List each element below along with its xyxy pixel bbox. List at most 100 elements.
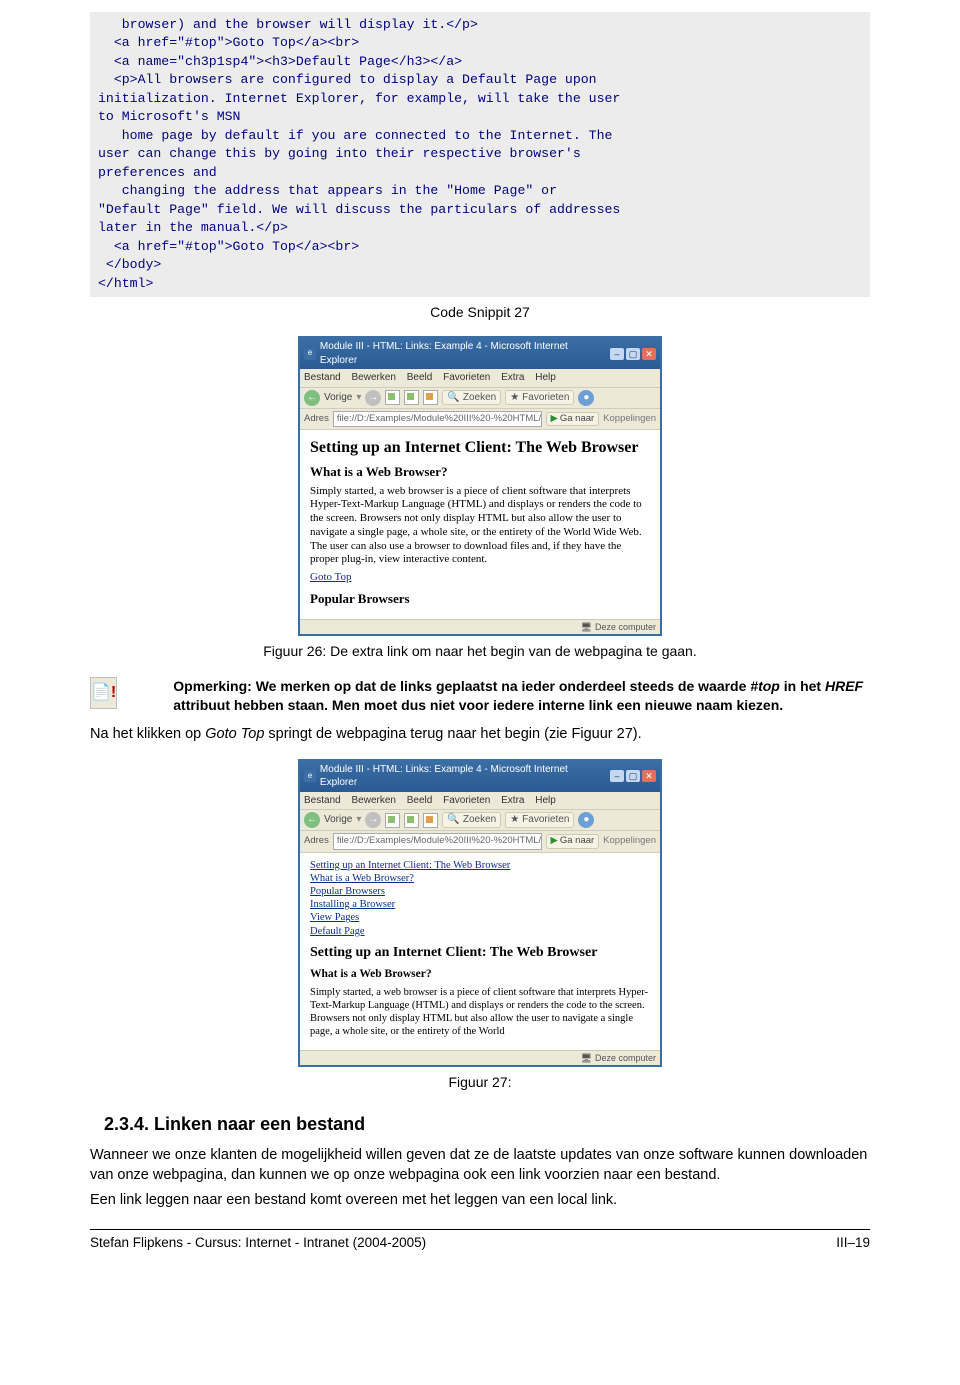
- go-button[interactable]: ▶Ga naar: [546, 834, 600, 849]
- media-button[interactable]: ●: [578, 390, 594, 406]
- stop-button[interactable]: [385, 813, 400, 828]
- maximize-button[interactable]: ▢: [626, 770, 640, 782]
- back-label: Vorige: [324, 813, 352, 827]
- menu-item-extra[interactable]: Extra: [501, 795, 524, 806]
- toolbar: ← Vorige ▾ → 🔍 Zoeken ★ Favorieten ●: [300, 809, 660, 831]
- home-button[interactable]: [423, 813, 438, 828]
- forward-button[interactable]: →: [365, 812, 381, 828]
- menu-bar: Bestand Bewerken Beeld Favorieten Extra …: [300, 792, 660, 810]
- back-button[interactable]: ←: [304, 390, 320, 406]
- note-icon: 📄!: [90, 677, 117, 709]
- menu-item-help[interactable]: Help: [535, 795, 556, 806]
- favorites-button[interactable]: ★ Favorieten: [505, 812, 574, 828]
- back-button[interactable]: ←: [304, 812, 320, 828]
- home-button[interactable]: [423, 390, 438, 405]
- toc-link-5[interactable]: View Pages: [310, 911, 650, 924]
- favorites-button[interactable]: ★ Favorieten: [505, 390, 574, 406]
- address-label: Adres: [304, 835, 329, 848]
- body-paragraph-goto: Na het klikken op Goto Top springt de we…: [90, 725, 870, 745]
- refresh-button[interactable]: [404, 390, 419, 405]
- computer-icon: 🖥: [581, 1052, 592, 1064]
- menu-item-beeld[interactable]: Beeld: [407, 795, 433, 806]
- menu-item-bestand[interactable]: Bestand: [304, 795, 341, 806]
- note-text: Opmerking: We merken op dat de links gep…: [173, 677, 870, 715]
- figure-27-caption: Figuur 27:: [90, 1073, 870, 1092]
- page-paragraph: Simply started, a web browser is a piece…: [310, 986, 650, 1039]
- menu-item-beeld[interactable]: Beeld: [407, 372, 433, 383]
- page-paragraph: Simply started, a web browser is a piece…: [310, 485, 650, 568]
- menu-item-extra[interactable]: Extra: [501, 372, 524, 383]
- page-subheading: What is a Web Browser?: [310, 967, 650, 981]
- toc-link-1[interactable]: Setting up an Internet Client: The Web B…: [310, 859, 650, 872]
- toc-link-3[interactable]: Popular Browsers: [310, 885, 650, 898]
- address-input[interactable]: file://D:/Examples/Module%20III%20-%20HT…: [333, 411, 542, 428]
- code-caption: Code Snippit 27: [90, 303, 870, 322]
- footer-left: Stefan Flipkens - Cursus: Internet - Int…: [90, 1234, 426, 1252]
- title-bar: e Module III - HTML: Links: Example 4 - …: [300, 761, 660, 792]
- toc-link-2[interactable]: What is a Web Browser?: [310, 872, 650, 885]
- status-text: Deze computer: [595, 1052, 656, 1064]
- forward-button[interactable]: →: [365, 390, 381, 406]
- close-button[interactable]: ✕: [642, 770, 656, 782]
- search-button[interactable]: 🔍 Zoeken: [442, 812, 501, 828]
- body-paragraph-2: Een link leggen naar een bestand komt ov…: [90, 1191, 870, 1211]
- code-line: <p>All browsers are configured to displa…: [98, 72, 597, 87]
- go-button[interactable]: ▶Ga naar: [546, 412, 600, 427]
- code-line: home page by default if you are connecte…: [98, 128, 612, 143]
- refresh-button[interactable]: [404, 813, 419, 828]
- close-button[interactable]: ✕: [642, 348, 656, 360]
- code-line: changing the address that appears in the…: [98, 183, 557, 198]
- status-bar: 🖥Deze computer: [300, 1050, 660, 1065]
- back-label: Vorige: [324, 391, 352, 405]
- computer-icon: 🖥: [581, 621, 592, 633]
- page-subheading: What is a Web Browser?: [310, 464, 650, 480]
- menu-item-bestand[interactable]: Bestand: [304, 372, 341, 383]
- code-line: "Default Page" field. We will discuss th…: [98, 202, 620, 217]
- code-line: <a name="ch3p1sp4"><h3>Default Page</h3>…: [98, 54, 462, 69]
- minimize-button[interactable]: –: [610, 770, 624, 782]
- maximize-button[interactable]: ▢: [626, 348, 640, 360]
- figure-26-caption: Figuur 26: De extra link om naar het beg…: [90, 642, 870, 661]
- title-bar: e Module III - HTML: Links: Example 4 - …: [300, 338, 660, 369]
- code-line: </html>: [98, 276, 153, 291]
- window-title: Module III - HTML: Links: Example 4 - Mi…: [320, 763, 606, 790]
- window-title: Module III - HTML: Links: Example 4 - Mi…: [320, 340, 606, 367]
- minimize-button[interactable]: –: [610, 348, 624, 360]
- code-line: </body>: [98, 257, 161, 272]
- goto-top-link[interactable]: Goto Top: [310, 571, 352, 583]
- stop-button[interactable]: [385, 390, 400, 405]
- code-line: later in the manual.</p>: [98, 220, 288, 235]
- section-heading-234: 2.3.4. Linken naar een bestand: [104, 1112, 870, 1136]
- menu-bar: Bestand Bewerken Beeld Favorieten Extra …: [300, 369, 660, 387]
- toc-link-4[interactable]: Installing a Browser: [310, 898, 650, 911]
- page-content: Setting up an Internet Client: The Web B…: [300, 430, 660, 619]
- status-bar: 🖥Deze computer: [300, 619, 660, 634]
- code-snippet-block: browser) and the browser will display it…: [90, 12, 870, 297]
- address-bar: Adres file://D:/Examples/Module%20III%20…: [300, 409, 660, 431]
- koppelingen-label[interactable]: Koppelingen: [603, 413, 656, 426]
- page-subheading-2: Popular Browsers: [310, 591, 650, 607]
- toc-link-6[interactable]: Default Page: [310, 925, 650, 938]
- page-content: Setting up an Internet Client: The Web B…: [300, 853, 660, 1050]
- footer-right: III–19: [836, 1234, 870, 1252]
- address-input[interactable]: file://D:/Examples/Module%20III%20-%20HT…: [333, 833, 542, 850]
- menu-item-bewerken[interactable]: Bewerken: [351, 795, 395, 806]
- code-line: browser) and the browser will display it…: [98, 17, 478, 32]
- search-button[interactable]: 🔍 Zoeken: [442, 390, 501, 406]
- code-line: <a href="#top">Goto Top</a><br>: [98, 35, 359, 50]
- body-paragraph-1: Wanneer we onze klanten de mogelijkheid …: [90, 1146, 870, 1185]
- toolbar: ← Vorige ▾ → 🔍 Zoeken ★ Favorieten ●: [300, 387, 660, 409]
- menu-item-help[interactable]: Help: [535, 372, 556, 383]
- menu-item-bewerken[interactable]: Bewerken: [351, 372, 395, 383]
- menu-item-favorieten[interactable]: Favorieten: [443, 372, 490, 383]
- code-line: to Microsoft's MSN: [98, 109, 240, 124]
- address-bar: Adres file://D:/Examples/Module%20III%20…: [300, 831, 660, 853]
- media-button[interactable]: ●: [578, 812, 594, 828]
- code-line: user can change this by going into their…: [98, 146, 581, 161]
- menu-item-favorieten[interactable]: Favorieten: [443, 795, 490, 806]
- koppelingen-label[interactable]: Koppelingen: [603, 835, 656, 848]
- code-line: <a href="#top">Goto Top</a><br>: [98, 239, 359, 254]
- page-heading: Setting up an Internet Client: The Web B…: [310, 438, 650, 458]
- code-line: initialization. Internet Explorer, for e…: [98, 91, 620, 106]
- address-label: Adres: [304, 413, 329, 426]
